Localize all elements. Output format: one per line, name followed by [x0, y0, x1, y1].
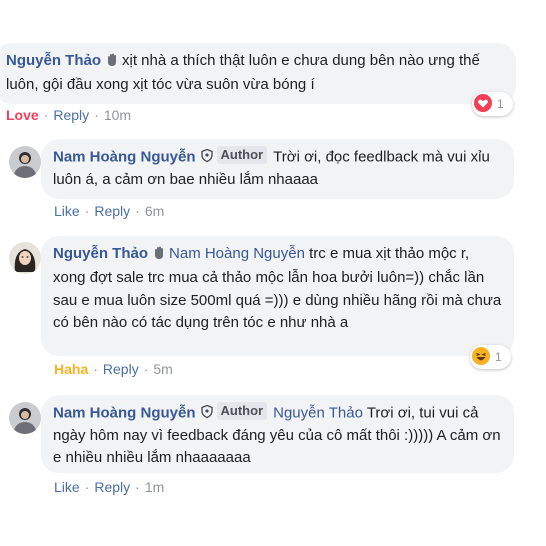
author-badge: Author	[200, 146, 268, 164]
separator: ·	[135, 479, 140, 495]
waving-hand-icon	[105, 52, 119, 74]
commenter-name[interactable]: Nam Hoàng Nguyễn	[53, 149, 196, 166]
separator: ·	[94, 107, 99, 123]
shield-icon	[200, 148, 213, 162]
separator: ·	[84, 203, 90, 219]
haha-reaction-link[interactable]: Haha	[54, 361, 88, 377]
waving-hand-icon	[152, 245, 166, 267]
comment-actions: Like · Reply · 1m	[54, 479, 164, 495]
mention-tag[interactable]: Nam Hoàng Nguyễn	[169, 245, 305, 262]
reaction-count: 1	[495, 350, 502, 364]
separator: ·	[135, 203, 140, 219]
separator: ·	[143, 361, 149, 377]
like-link[interactable]: Like	[54, 203, 80, 219]
like-link[interactable]: Like	[54, 479, 80, 495]
author-badge-label: Author	[216, 146, 268, 164]
separator: ·	[43, 107, 49, 123]
author-badge: Author	[200, 402, 268, 420]
love-reaction-link[interactable]: Love	[6, 107, 39, 123]
comment-actions: Haha · Reply · 5m	[54, 361, 173, 377]
commenter-name[interactable]: Nguyễn Thảo	[6, 52, 101, 69]
avatar[interactable]	[9, 146, 41, 178]
comment-bubble: Nguyễn Thảo xịt nhà a thích thật luôn e c…	[0, 43, 516, 104]
timestamp[interactable]: 10m	[104, 107, 131, 123]
mention-tag[interactable]: Nguyễn Thảo	[273, 405, 363, 422]
separator: ·	[93, 361, 98, 377]
commenter-name[interactable]: Nam Hoàng Nguyễn	[53, 405, 196, 422]
timestamp[interactable]: 6m	[145, 203, 164, 219]
love-reaction-icon	[474, 93, 492, 115]
comment-bubble: Nam Hoàng Nguyễn Author Nguyễn Thảo Trơi ơ…	[41, 395, 514, 473]
avatar[interactable]	[9, 242, 41, 274]
timestamp[interactable]: 5m	[153, 361, 172, 377]
comment-bubble: Nam Hoàng Nguyễn Author Trời ơi, đọc feedl…	[41, 139, 514, 199]
reply-link[interactable]: Reply	[94, 479, 130, 495]
reaction-count: 1	[497, 97, 504, 111]
author-badge-label: Author	[216, 402, 268, 420]
comment-actions: Love · Reply · 10m	[6, 107, 131, 123]
reply-link[interactable]: Reply	[103, 361, 139, 377]
timestamp[interactable]: 1m	[145, 479, 164, 495]
haha-reaction-icon	[472, 346, 490, 368]
reaction-summary[interactable]: 1	[470, 345, 511, 369]
comment-bubble: Nguyễn Thảo Nam Hoàng Nguyễn trc e mua xị…	[41, 236, 514, 356]
shield-icon	[200, 404, 213, 418]
reply-link[interactable]: Reply	[94, 203, 130, 219]
comment-actions: Like · Reply · 6m	[54, 203, 164, 219]
avatar[interactable]	[9, 402, 41, 434]
reaction-summary[interactable]: 1	[472, 92, 513, 116]
commenter-name[interactable]: Nguyễn Thảo	[53, 245, 148, 262]
separator: ·	[84, 479, 90, 495]
reply-link[interactable]: Reply	[53, 107, 89, 123]
